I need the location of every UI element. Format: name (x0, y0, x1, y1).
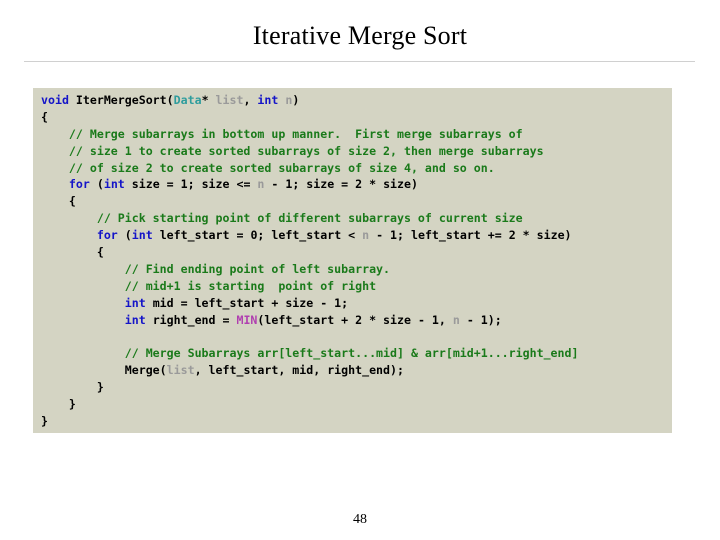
code-token-plain: Merge( (124, 363, 167, 378)
code-token-kw: for (96, 228, 118, 243)
code-token-var: list (215, 93, 244, 107)
code-line: { (41, 244, 672, 261)
code-line: int right_end = MIN(left_start + 2 * siz… (41, 312, 672, 329)
code-line: } (41, 413, 672, 430)
code-token-plain: , left_start, mid, right_end); (194, 363, 404, 378)
code-listing: void IterMergeSort(Data* list, int n){ /… (41, 92, 672, 430)
code-token-var: n (452, 312, 460, 327)
code-block: void IterMergeSort(Data* list, int n){ /… (33, 88, 672, 433)
slide-canvas: Iterative Merge Sort void IterMergeSort(… (0, 0, 720, 540)
code-token-plain: } (41, 380, 104, 395)
code-token-plain: { (41, 109, 48, 124)
code-token-kw: int (131, 228, 153, 243)
code-token-plain: - 1); (459, 312, 502, 327)
code-line: { (41, 193, 672, 210)
code-token-plain: left_start = 0; left_start < (152, 228, 363, 243)
code-line: // Find ending point of left subarray. (41, 261, 672, 278)
code-token-plain: right_end = (145, 312, 237, 327)
code-token-plain: } (41, 413, 48, 428)
code-token-kw: int (124, 295, 146, 310)
code-line: } (41, 396, 672, 413)
code-line: // Merge Subarrays arr[left_start...mid]… (41, 345, 672, 362)
code-token-plain: * (201, 93, 216, 107)
code-line: // Pick starting point of different suba… (41, 210, 672, 227)
code-token-plain: ( (166, 93, 174, 107)
code-token-kw: void (41, 93, 69, 107)
code-token-plain: IterMergeSort (75, 93, 167, 107)
code-token-comment: // Find ending point of left subarray. (124, 261, 391, 276)
code-token-plain: , (243, 93, 258, 107)
title-divider (24, 61, 695, 62)
code-token-plain: (left_start + 2 * size - 1, (257, 312, 453, 327)
code-line: void IterMergeSort(Data* list, int n) (41, 92, 672, 109)
code-token-comment: // Merge subarrays in bottom up manner. … (68, 126, 523, 141)
code-token-kw: for (68, 177, 90, 192)
code-token-plain: - 1; size = 2 * size) (264, 177, 418, 192)
code-token-kw: int (124, 312, 146, 327)
code-token-plain: { (41, 245, 104, 260)
code-token-kw: int (257, 93, 279, 107)
code-line: } (41, 379, 672, 396)
code-line: // of size 2 to create sorted subarrays … (41, 160, 672, 177)
code-line: // mid+1 is starting point of right (41, 278, 672, 295)
code-token-plain: size = 1; size <= (124, 177, 258, 192)
page-title: Iterative Merge Sort (252, 21, 468, 50)
code-token-kw: int (103, 177, 125, 192)
code-token-comment: // Pick starting point of different suba… (96, 211, 523, 226)
code-line: Merge(list, left_start, mid, right_end); (41, 362, 672, 379)
code-line: // size 1 to create sorted subarrays of … (41, 143, 672, 160)
code-token-plain: { (41, 194, 76, 209)
code-token-macro: MIN (236, 312, 258, 327)
code-token-var: list (166, 363, 195, 378)
code-line: { (41, 109, 672, 126)
code-line: // Merge subarrays in bottom up manner. … (41, 126, 672, 143)
code-token-plain: mid = left_start + size - 1; (145, 295, 349, 310)
code-token-plain: - 1; left_start += 2 * size) (369, 228, 572, 243)
code-token-comment: // of size 2 to create sorted subarrays … (68, 160, 495, 175)
slide-page-number: 48 (353, 512, 367, 527)
code-token-plain: } (41, 397, 76, 412)
code-line: for (int left_start = 0; left_start < n … (41, 227, 672, 244)
code-token-comment: // Merge Subarrays arr[left_start...mid]… (124, 346, 579, 361)
code-token-type: Data (173, 93, 202, 107)
code-token-plain: ( (89, 177, 104, 192)
code-token-comment: // mid+1 is starting point of right (124, 278, 377, 293)
code-token-plain: ) (292, 93, 300, 107)
code-line: int mid = left_start + size - 1; (41, 295, 672, 312)
code-token-comment: // size 1 to create sorted subarrays of … (68, 143, 544, 158)
code-line: for (int size = 1; size <= n - 1; size =… (41, 176, 672, 193)
code-token-plain: ( (117, 228, 132, 243)
